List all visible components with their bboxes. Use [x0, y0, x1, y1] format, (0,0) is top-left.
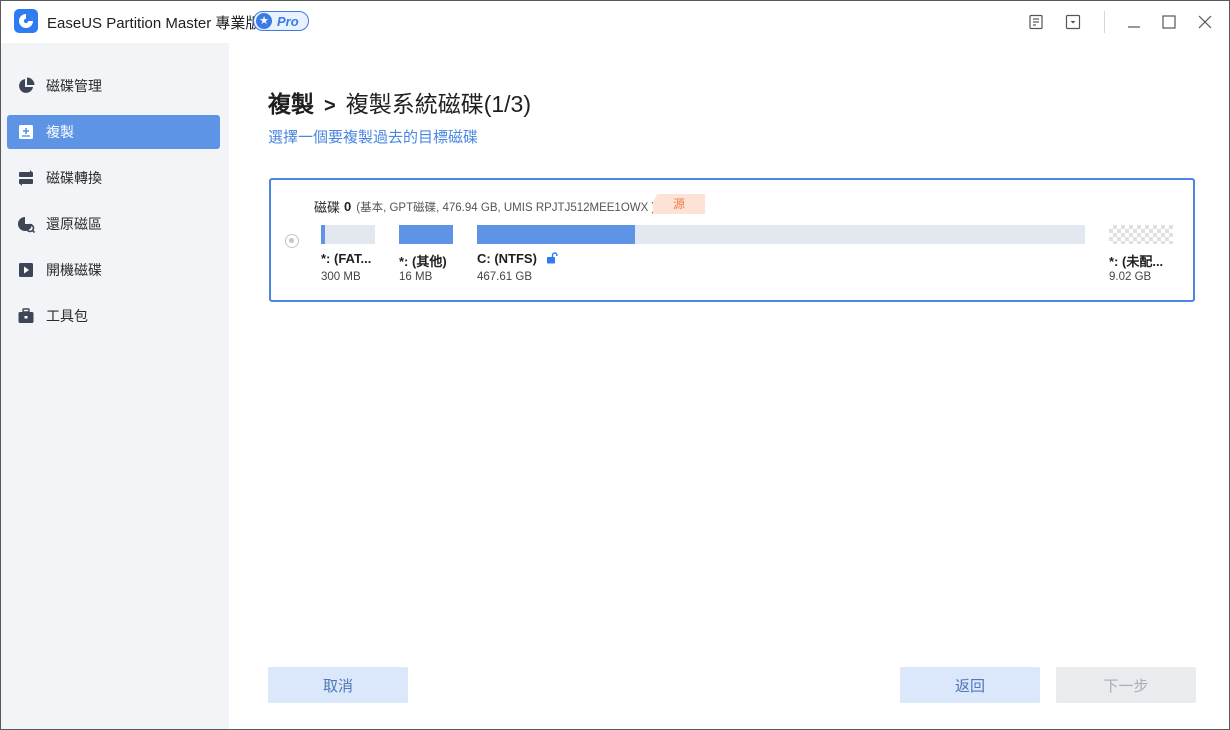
page-subtitle: 選擇一個要複製過去的目標磁碟	[268, 129, 479, 146]
partition-name: C: (NTFS)	[477, 251, 558, 267]
partition-size: 16 MB	[399, 271, 433, 283]
partition-name: *: (FAT...	[321, 251, 372, 266]
recover-icon	[16, 214, 36, 234]
partition-usage-fill	[399, 225, 453, 244]
app-logo-icon	[14, 9, 38, 33]
partition-size: 9.02 GB	[1109, 271, 1152, 283]
breadcrumb: 複製 > 複製系統磁碟(1/3)	[268, 85, 531, 119]
menu-dropdown-icon[interactable]	[1060, 9, 1086, 35]
disk-radio-button[interactable]	[285, 234, 299, 248]
sidebar-item-label: 工具包	[46, 308, 88, 324]
toolkit-icon	[16, 306, 36, 326]
sidebar-item-partition-recovery[interactable]: 還原磁區	[7, 207, 220, 241]
source-badge: 源	[653, 194, 705, 214]
sidebar-item-clone[interactable]: 複製	[7, 115, 220, 149]
main-content: 複製 > 複製系統磁碟(1/3) 選擇一個要複製過去的目標磁碟 磁碟 0 (基本…	[229, 43, 1229, 729]
breadcrumb-root[interactable]: 複製	[268, 85, 314, 119]
partition-item[interactable]: *: (FAT... 300 MB	[321, 225, 375, 283]
convert-icon	[16, 168, 36, 188]
close-icon[interactable]	[1192, 9, 1218, 35]
partition-name: *: (其他)	[399, 254, 447, 269]
back-button[interactable]: 返回	[900, 667, 1040, 703]
disk-card[interactable]: 磁碟 0 (基本, GPT磁碟, 476.94 GB, UMIS RPJTJ51…	[269, 178, 1195, 302]
partition-name-text: C: (NTFS)	[477, 251, 537, 266]
breadcrumb-separator: >	[324, 95, 336, 117]
cancel-button[interactable]: 取消	[268, 667, 408, 703]
maximize-icon[interactable]	[1156, 9, 1182, 35]
pie-chart-icon	[16, 76, 36, 96]
pro-badge-label: Pro	[277, 13, 299, 29]
page-title: 複製系統磁碟(1/3)	[345, 91, 531, 117]
disk-info: 磁碟 0 (基本, GPT磁碟, 476.94 GB, UMIS RPJTJ51…	[314, 197, 655, 216]
partition-usage-bar	[477, 225, 1085, 244]
sidebar-item-label: 複製	[46, 124, 74, 140]
minimize-icon[interactable]	[1121, 9, 1147, 35]
star-icon: ★	[256, 13, 272, 29]
title-bar: EaseUS Partition Master 專業版 ★ Pro	[1, 1, 1229, 43]
disk-label: 磁碟	[314, 200, 341, 215]
partition-name: *: (未配...	[1109, 254, 1164, 269]
partition-item[interactable]: C: (NTFS) 467.61 GB	[477, 225, 1085, 283]
bootable-media-icon	[16, 260, 36, 280]
partition-item[interactable]: *: (其他) 16 MB	[399, 225, 453, 283]
unallocated-bar	[1109, 225, 1173, 244]
clone-icon	[16, 122, 36, 142]
partition-size: 467.61 GB	[477, 271, 532, 283]
partition-item-unallocated[interactable]: *: (未配... 9.02 GB	[1109, 225, 1173, 283]
sidebar-item-bootable-media[interactable]: 開機磁碟	[7, 253, 220, 287]
disk-detail: (基本, GPT磁碟, 476.94 GB, UMIS RPJTJ512MEE1…	[356, 201, 656, 214]
unlock-icon	[546, 252, 558, 267]
feedback-icon[interactable]	[1023, 9, 1049, 35]
sidebar-item-disk-convert[interactable]: 磁碟轉換	[7, 161, 220, 195]
sidebar: 磁碟管理 複製 磁碟轉換 還原磁區 開機磁碟 工具包	[1, 43, 229, 729]
app-title: EaseUS Partition Master 專業版	[47, 15, 261, 32]
sidebar-item-label: 開機磁碟	[46, 262, 102, 278]
sidebar-item-disk-management[interactable]: 磁碟管理	[7, 69, 220, 103]
partition-usage-bar	[321, 225, 375, 244]
app-window: EaseUS Partition Master 專業版 ★ Pro 磁碟管理 複…	[0, 0, 1230, 730]
disk-number: 0	[344, 199, 352, 214]
sidebar-item-label: 磁碟轉換	[46, 170, 102, 186]
sidebar-item-label: 還原磁區	[46, 216, 102, 232]
next-button[interactable]: 下一步	[1056, 667, 1196, 703]
sidebar-item-label: 磁碟管理	[46, 78, 102, 94]
titlebar-divider	[1104, 11, 1105, 33]
partition-usage-bar	[399, 225, 453, 244]
partition-size: 300 MB	[321, 271, 361, 283]
partition-usage-fill	[321, 225, 326, 244]
sidebar-item-toolkit[interactable]: 工具包	[7, 299, 220, 333]
pro-badge[interactable]: ★ Pro	[253, 11, 309, 31]
partition-usage-fill	[477, 225, 636, 244]
